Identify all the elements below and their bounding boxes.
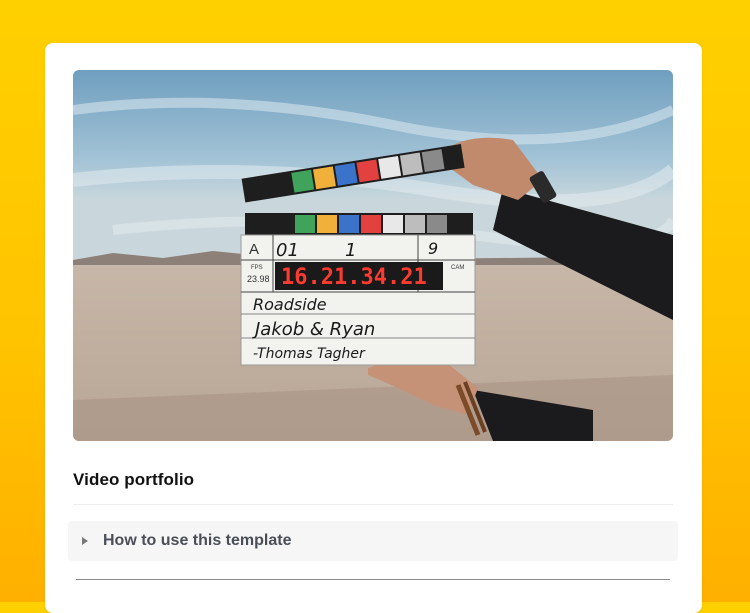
section-divider [76,579,670,580]
slate-scene: A [249,241,259,258]
triangle-right-icon[interactable] [82,537,88,545]
page-title: Video portfolio [73,470,195,489]
page-card: A 01 1 9 FPS 23.98 CAM 16.21.34.21 Roads… [45,43,702,613]
slate-shot: 9 [428,239,438,258]
how-to-use-toggle[interactable]: How to use this template [68,521,678,561]
slate-line-2: Jakob & Ryan [252,319,375,340]
slate-fps-label: FPS [251,265,263,271]
slate-line-1: Roadside [253,295,327,314]
slate-fps-value: 23.98 [247,274,270,284]
toggle-label: How to use this template [103,532,292,549]
title-divider [73,504,673,505]
slate-cam-label: CAM [451,265,464,271]
slate-line-3: -Thomas Tagher [253,346,366,362]
slate-take: 1 [345,240,356,261]
cover-image: A 01 1 9 FPS 23.98 CAM 16.21.34.21 Roads… [73,70,673,441]
slate-roll: 01 [276,240,299,261]
slate-timecode: 16.21.34.21 [281,265,427,290]
